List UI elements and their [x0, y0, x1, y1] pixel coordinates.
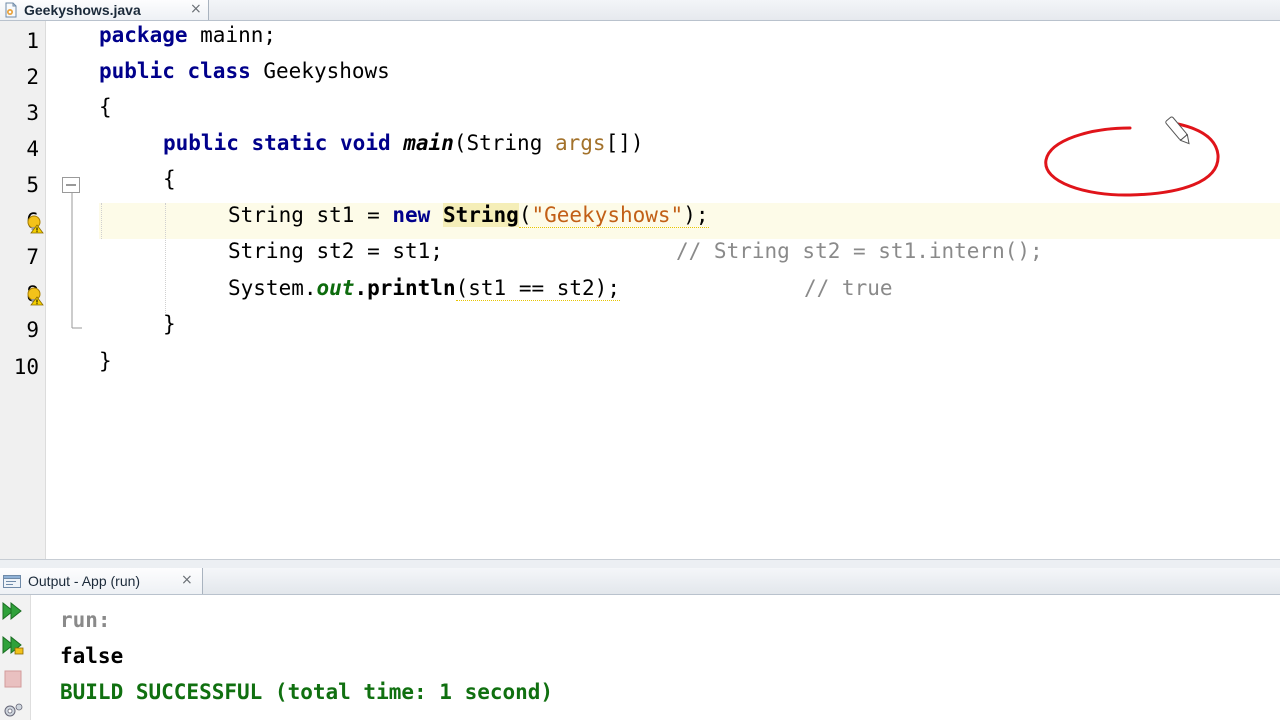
- code-line-10: }: [99, 349, 112, 385]
- tab-geekyshows-java[interactable]: Geekyshows.java ×: [0, 0, 209, 20]
- output-console[interactable]: run: false BUILD SUCCESSFUL (total time:…: [60, 602, 1280, 710]
- keyword: class: [187, 59, 251, 83]
- settings-icon[interactable]: [1, 699, 25, 720]
- keyword: static: [251, 131, 328, 155]
- code-line-9: }: [163, 312, 176, 348]
- code-comment: // true: [804, 276, 893, 300]
- code-area[interactable]: package mainn; public class Geekyshows {…: [99, 21, 1280, 559]
- code-text: }: [99, 349, 112, 373]
- output-toolbar: [0, 595, 31, 720]
- line-number: 9: [26, 318, 39, 342]
- output-line-build-status: BUILD SUCCESSFUL (total time: 1 second): [60, 680, 554, 704]
- code-comment: // String st2 = st1.intern();: [676, 239, 1043, 263]
- rerun-icon[interactable]: [1, 599, 25, 623]
- line-number: 7: [26, 245, 39, 269]
- code-text: (: [518, 203, 532, 227]
- keyword: void: [340, 131, 391, 155]
- warning-bulb-icon[interactable]: [26, 214, 44, 234]
- close-tab-icon[interactable]: ×: [190, 0, 202, 18]
- code-text: }: [163, 312, 176, 336]
- code-text: String st1 =: [228, 203, 393, 227]
- method-name: main: [403, 131, 454, 155]
- line-number: 2: [26, 65, 39, 89]
- line-number: 3: [26, 101, 39, 125]
- code-text: System.: [228, 276, 317, 300]
- code-text: (st1 == st2);: [455, 276, 620, 301]
- output-window-icon: [2, 573, 22, 589]
- line-number: 10: [13, 355, 39, 379]
- rerun-with-params-icon[interactable]: [1, 633, 25, 657]
- code-line-3: {: [99, 95, 112, 131]
- code-text: );: [683, 203, 709, 227]
- java-file-icon: [4, 2, 18, 18]
- output-tab-bar: Output - App (run) ×: [0, 568, 1280, 595]
- string-literal: "Geekyshows": [531, 203, 684, 227]
- code-text: String st2 = st1;: [228, 239, 443, 263]
- keyword: public: [99, 59, 175, 83]
- code-text: mainn;: [187, 23, 277, 47]
- keyword: package: [99, 23, 188, 47]
- line-number: 4: [26, 137, 39, 161]
- editor-tab-bar: Geekyshows.java ×: [0, 0, 1280, 21]
- output-tab-label: Output - App (run): [28, 573, 141, 589]
- code-line-2: public class Geekyshows: [99, 59, 390, 95]
- tab-label: Geekyshows.java: [24, 2, 141, 18]
- code-line-5: {: [163, 167, 176, 203]
- code-fold-toggle[interactable]: [62, 177, 80, 193]
- warning-bulb-icon[interactable]: [26, 286, 44, 306]
- close-output-tab-icon[interactable]: ×: [181, 572, 193, 588]
- ide-window: Geekyshows.java × 1 2 3 4 5 6 7 8 9 10: [0, 0, 1280, 720]
- stop-icon[interactable]: [1, 667, 25, 691]
- output-line-result: false: [60, 644, 124, 668]
- output-line-run: run:: [60, 608, 111, 632]
- code-text: Geekyshows: [250, 59, 390, 83]
- method-name: .println: [354, 276, 456, 300]
- keyword: public: [163, 131, 239, 155]
- fold-column: [46, 21, 98, 559]
- tab-output-app-run[interactable]: Output - App (run) ×: [0, 568, 203, 594]
- code-text: []): [605, 131, 644, 155]
- code-text: {: [163, 167, 176, 191]
- line-number-gutter: 1 2 3 4 5 6 7 8 9 10: [0, 21, 46, 559]
- line-number: 1: [26, 29, 39, 53]
- code-line-7: String st2 = st1;: [228, 239, 443, 275]
- code-line-1: package mainn;: [99, 23, 276, 59]
- line-number: 5: [26, 173, 39, 197]
- code-editor[interactable]: 1 2 3 4 5 6 7 8 9 10: [0, 21, 1280, 559]
- code-text: (String: [453, 131, 555, 155]
- code-line-4: public static void main(String args[]): [163, 131, 644, 167]
- keyword: new: [392, 203, 431, 227]
- code-text: {: [99, 95, 112, 119]
- constructor-name: String: [442, 203, 519, 227]
- static-field: out: [316, 276, 355, 300]
- parameter-name: args: [555, 131, 606, 155]
- code-line-6: String st1 = new String("Geekyshows");: [228, 203, 709, 239]
- code-line-8: System.out.println(st1 == st2);: [228, 276, 620, 312]
